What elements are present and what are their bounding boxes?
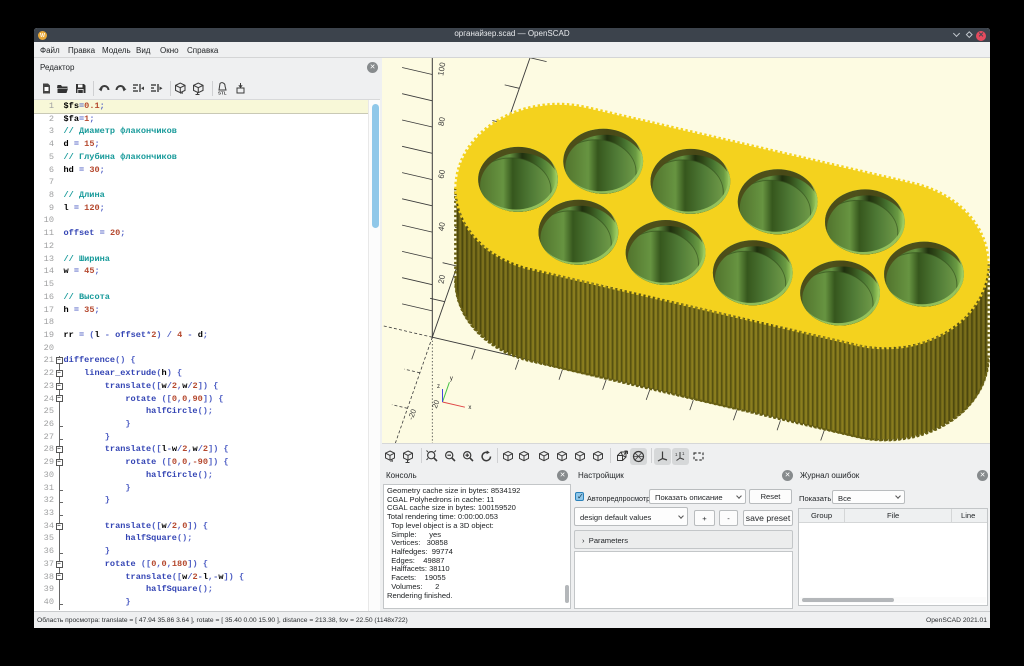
svg-text:z: z [437, 384, 440, 390]
svg-text:1: 1 [682, 451, 685, 456]
svg-text:1: 1 [675, 452, 678, 457]
svg-text:STL: STL [218, 91, 227, 96]
svg-text:x: x [468, 405, 471, 411]
svg-text:»: » [390, 459, 394, 464]
svg-text:y: y [450, 376, 453, 382]
